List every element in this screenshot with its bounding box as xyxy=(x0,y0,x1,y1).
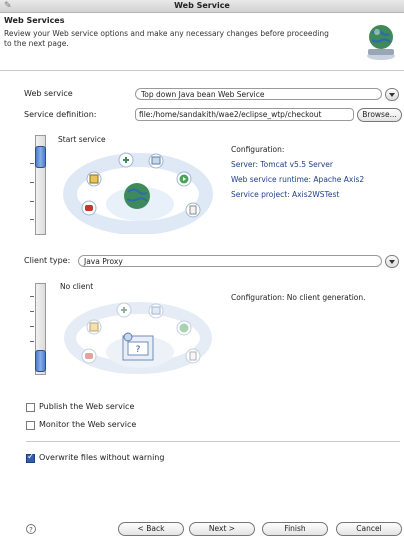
service-config-runtime[interactable]: Web service runtime: Apache Axis2 xyxy=(231,172,364,187)
dropdown-arrow-icon xyxy=(389,260,395,264)
client-configuration: Configuration: No client generation. xyxy=(231,290,366,305)
client-stage-test-icon xyxy=(185,348,201,364)
client-proxy-icon: ? xyxy=(122,332,154,361)
slider-tick xyxy=(30,163,34,164)
slider-tick xyxy=(30,326,34,327)
stage-assemble-icon xyxy=(148,153,164,169)
slider-tick xyxy=(30,182,34,183)
publish-label[interactable]: Publish the Web service xyxy=(39,402,134,411)
client-diagram: ? xyxy=(48,294,224,376)
slider-tick xyxy=(30,201,34,202)
service-configuration: Configuration: Server: Tomcat v5.5 Serve… xyxy=(231,142,364,202)
stage-install-icon xyxy=(81,200,97,216)
wizard-header: Web Services Review your Web service opt… xyxy=(0,13,404,71)
client-slider-label: No client xyxy=(60,282,94,291)
service-config-project[interactable]: Service project: Axis2WSTest xyxy=(231,187,364,202)
publish-checkbox[interactable] xyxy=(26,403,35,412)
web-service-dropdown-button[interactable] xyxy=(385,88,399,101)
client-type-label: Client type: xyxy=(24,256,71,265)
client-type-combo[interactable]: Java Proxy xyxy=(78,255,382,267)
globe-icon xyxy=(124,183,150,209)
client-config-heading: Configuration: No client generation. xyxy=(231,293,366,302)
stage-develop-icon xyxy=(118,152,134,168)
window-title: Web Service xyxy=(174,1,230,10)
overwrite-checkbox[interactable] xyxy=(26,452,35,463)
monitor-checkbox[interactable] xyxy=(26,421,35,430)
back-button[interactable]: < Back xyxy=(118,522,184,536)
browse-button[interactable]: Browse... xyxy=(357,108,402,122)
slider-tick xyxy=(30,311,34,312)
client-stage-deploy-icon xyxy=(86,319,102,335)
monitor-label[interactable]: Monitor the Web service xyxy=(39,420,136,429)
cancel-button[interactable]: Cancel xyxy=(336,522,402,536)
service-definition-label: Service definition: xyxy=(24,110,97,119)
stage-deploy-icon xyxy=(86,171,102,187)
service-level-slider[interactable] xyxy=(35,135,46,235)
client-slider-thumb[interactable] xyxy=(35,350,46,372)
slider-tick xyxy=(30,219,34,220)
service-slider-label: Start service xyxy=(58,135,106,144)
help-icon[interactable]: ? xyxy=(26,524,36,534)
client-level-slider[interactable] xyxy=(35,283,46,375)
client-stage-assemble-icon xyxy=(148,303,164,319)
svg-text:?: ? xyxy=(136,345,141,355)
overwrite-label[interactable]: Overwrite files without warning xyxy=(39,453,164,462)
web-service-banner-icon xyxy=(367,25,395,60)
next-button[interactable]: Next > xyxy=(189,522,255,536)
service-diagram xyxy=(48,146,224,234)
stage-start-icon xyxy=(176,171,192,187)
page-description: Review your Web service options and make… xyxy=(4,29,329,48)
service-definition-input[interactable]: file:/home/sandakith/wae2/eclipse_wtp/ch… xyxy=(135,108,354,121)
service-slider-thumb[interactable] xyxy=(35,146,46,168)
page-title: Web Services xyxy=(4,16,65,25)
options-separator xyxy=(26,441,400,442)
web-service-label: Web service xyxy=(24,89,73,98)
service-config-heading: Configuration: xyxy=(231,145,285,154)
service-config-server[interactable]: Server: Tomcat v5.5 Server xyxy=(231,157,364,172)
window-titlebar: ✎ Web Service xyxy=(0,0,404,13)
dropdown-arrow-icon xyxy=(389,93,395,97)
web-service-combo[interactable]: Top down Java bean Web Service xyxy=(135,88,382,100)
client-stage-start-icon xyxy=(176,320,192,336)
finish-button[interactable]: Finish xyxy=(262,522,328,536)
client-type-dropdown-button[interactable] xyxy=(385,255,399,268)
slider-tick xyxy=(30,341,34,342)
stage-test-icon xyxy=(185,202,201,218)
client-stage-install-icon xyxy=(81,348,97,364)
client-stage-develop-icon xyxy=(116,302,132,318)
slider-tick xyxy=(30,296,34,297)
